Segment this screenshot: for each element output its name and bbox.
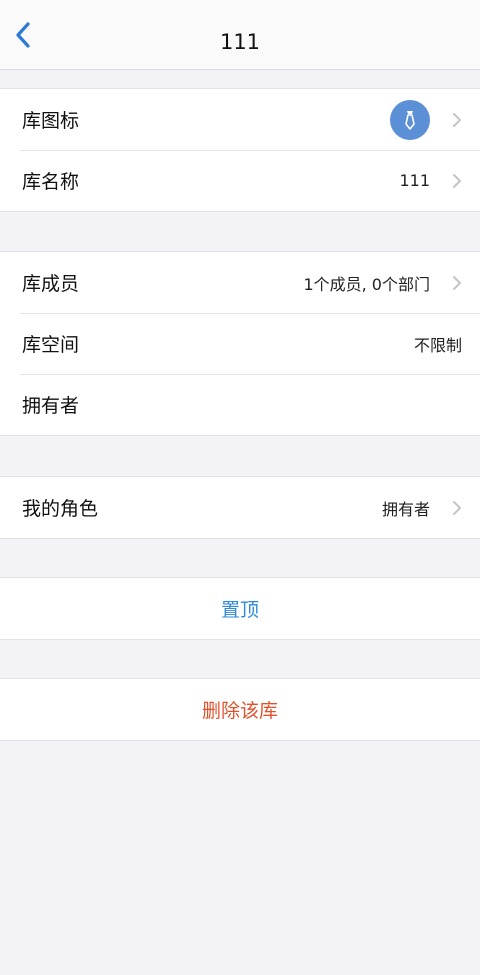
pin-group: 置顶 — [0, 577, 480, 640]
chevron-left-icon — [16, 22, 30, 48]
delete-group: 删除该库 — [0, 678, 480, 741]
nav-bar: 111 — [0, 0, 480, 70]
space-row: 库空间 不限制 — [0, 313, 480, 374]
space-label: 库空间 — [22, 334, 80, 356]
owner-label: 拥有者 — [22, 395, 80, 417]
space-value: 不限制 — [413, 335, 462, 355]
members-value: 1个成员, 0个部门 — [303, 274, 430, 294]
members-label: 库成员 — [22, 273, 80, 295]
members-row[interactable]: 库成员 1个成员, 0个部门 — [0, 252, 480, 313]
role-value: 拥有者 — [381, 499, 430, 519]
info-group: 库成员 1个成员, 0个部门 库空间 不限制 拥有者 — [0, 251, 480, 436]
library-group: 库图标 库名称 111 — [0, 88, 480, 212]
library-name-row[interactable]: 库名称 111 — [0, 150, 480, 211]
chevron-right-icon — [452, 173, 462, 189]
owner-row: 拥有者 — [0, 374, 480, 435]
chevron-right-icon — [452, 275, 462, 291]
back-button[interactable] — [6, 18, 40, 52]
tie-icon — [405, 110, 415, 130]
chevron-right-icon — [452, 500, 462, 516]
library-icon-label: 库图标 — [22, 110, 80, 132]
role-label: 我的角色 — [22, 498, 99, 520]
library-avatar — [390, 99, 430, 140]
library-name-label: 库名称 — [22, 171, 80, 193]
library-name-value: 111 — [399, 171, 430, 190]
role-group: 我的角色 拥有者 — [0, 476, 480, 539]
delete-library-button[interactable]: 删除该库 — [0, 679, 480, 740]
role-row[interactable]: 我的角色 拥有者 — [0, 477, 480, 538]
pin-to-top-button[interactable]: 置顶 — [0, 578, 480, 639]
page-title: 111 — [219, 30, 261, 54]
library-icon-row[interactable]: 库图标 — [0, 89, 480, 150]
chevron-right-icon — [452, 112, 462, 128]
